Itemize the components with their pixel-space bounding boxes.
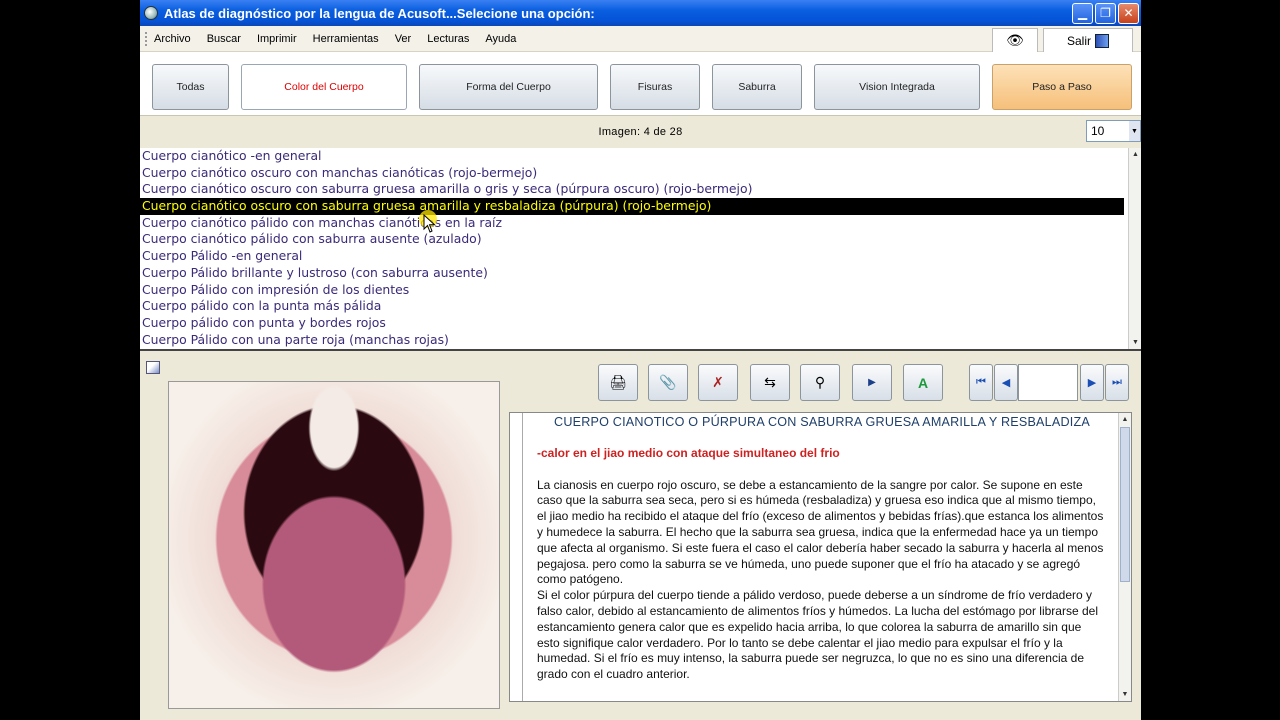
menu-archivo[interactable]: Archivo [154,33,199,45]
binoculars-icon: ⚲ [814,374,826,390]
list-item[interactable]: Cuerpo pálido con la punta más pálida [140,298,1124,315]
maximize-button[interactable]: ❐ [1095,2,1116,24]
description-text-pane[interactable]: CUERPO CIANOTICO O PÚRPURA CON SABURRA G… [509,412,1132,702]
counter-total: 28 [669,126,683,138]
description-paragraph-2: Si el color púrpura del cuerpo tiende a … [537,588,1098,682]
list-item[interactable]: Cuerpo Pálido brillante y lustroso (con … [140,265,1124,282]
category-forma-cuerpo-button[interactable]: Forma del Cuerpo [419,64,598,110]
category-paso-a-paso-button[interactable]: Paso a Paso [992,64,1132,110]
print-button[interactable]: 🖨 [598,364,638,401]
text-scroll-down-icon[interactable]: ▼ [1119,688,1131,701]
list-item[interactable]: Cuerpo cianótico oscuro con saburra grue… [140,198,1124,215]
counter-separator: de [653,126,667,138]
description-paragraph-1: La cianosis en cuerpo rojo oscuro, se de… [537,477,1104,587]
category-toolbar: Todas Color del Cuerpo Forma del Cuerpo … [140,52,1141,116]
exit-button[interactable]: Salir [1043,28,1133,52]
play-icon: ▶ [868,377,876,388]
attach-button[interactable]: 📎 [648,364,688,401]
next-page-icon: ▶ [1087,377,1097,389]
menu-lecturas[interactable]: Lecturas [427,33,477,45]
category-color-cuerpo-button[interactable]: Color del Cuerpo [241,64,407,110]
tongue-image [168,381,500,709]
menu-ayuda[interactable]: Ayuda [485,33,524,45]
menu-bar: Archivo Buscar Imprimir Herramientas Ver… [140,26,1141,52]
exit-label: Salir [1066,33,1091,48]
category-vision-integrada-button[interactable]: Vision Integrada [814,64,980,110]
window-controls: ▁ ❐ ✕ [1072,2,1139,24]
scroll-up-icon[interactable]: ▲ [1129,148,1141,161]
play-button[interactable]: ▶ [852,364,892,401]
text-scrollbar[interactable]: ▲ ▼ [1118,413,1131,701]
list-item[interactable]: Cuerpo Pálido con una parte roja (mancha… [140,332,1124,349]
eye-icon: 👁 [1006,32,1024,48]
last-page-icon: ⏭ [1112,376,1122,388]
menu-herramientas[interactable]: Herramientas [313,33,387,45]
font-button[interactable]: A [903,364,943,401]
delete-button[interactable]: ✗ [698,364,738,401]
category-saburra-button[interactable]: Saburra [712,64,802,110]
prev-page-button[interactable]: ◀ [994,364,1018,401]
image-counter: Imagen: 4 de 28 [598,126,682,138]
menu-buscar[interactable]: Buscar [207,33,249,45]
prev-page-icon: ◀ [1001,377,1011,389]
image-window-icon[interactable] [146,361,160,374]
list-items: Cuerpo cianótico -en general Cuerpo cianó… [140,148,1141,348]
delete-icon: ✗ [712,374,724,390]
font-icon: A [917,374,929,391]
first-page-button[interactable]: ⏮ [969,364,993,401]
window-title: Atlas de diagnóstico por la lengua de Ac… [164,5,595,21]
next-page-button[interactable]: ▶ [1080,364,1104,401]
image-counter-bar: Imagen: 4 de 28 10 ▼ [140,116,1141,148]
list-item[interactable]: Cuerpo cianótico oscuro con manchas cian… [140,165,1124,182]
menu-ver[interactable]: Ver [395,33,420,45]
page-size-select[interactable]: 10 ▼ [1086,120,1141,142]
page-size-value: 10 [1091,124,1105,138]
find-button[interactable]: ⚲ [800,364,840,401]
list-item[interactable]: Cuerpo cianótico -en general [140,148,1124,165]
page-number-input[interactable] [1018,364,1078,401]
cursor-arrow-icon [423,214,436,233]
text-gutter [510,413,523,701]
list-item[interactable]: Cuerpo cianótico oscuro con saburra grue… [140,181,1124,198]
door-icon [1095,33,1109,48]
list-scrollbar[interactable]: ▲ ▼ [1128,148,1141,349]
app-window: Atlas de diagnóstico por la lengua de Ac… [140,0,1141,720]
export-button[interactable]: ⇆ [750,364,790,401]
app-icon [144,6,158,20]
description-title: CUERPO CIANOTICO O PÚRPURA CON SABURRA G… [554,415,1090,429]
category-todas-button[interactable]: Todas [152,64,229,110]
close-button[interactable]: ✕ [1118,2,1139,24]
menu-grip [145,31,148,46]
description-content: CUERPO CIANOTICO O PÚRPURA CON SABURRA G… [537,415,1107,683]
title-bar[interactable]: Atlas de diagnóstico por la lengua de Ac… [140,0,1141,26]
list-item[interactable]: Cuerpo pálido con punta y bordes rojos [140,315,1124,332]
category-fisuras-button[interactable]: Fisuras [610,64,700,110]
chevron-down-icon[interactable]: ▼ [1129,121,1140,141]
text-scroll-up-icon[interactable]: ▲ [1119,413,1131,426]
list-item[interactable]: Cuerpo cianótico pálido con saburra ause… [140,231,1124,248]
list-item[interactable]: Cuerpo cianótico pálido con manchas cian… [140,215,1124,232]
description-subtitle: -calor en el jiao medio con ataque simul… [537,445,840,460]
mouse-cursor-icon [419,210,437,234]
view-toggle-button[interactable]: 👁 [992,28,1038,52]
counter-label: Imagen: [598,126,641,138]
last-page-button[interactable]: ⏭ [1105,364,1129,401]
counter-current: 4 [643,126,651,138]
export-icon: ⇆ [764,374,776,390]
list-item[interactable]: Cuerpo Pálido con impresión de los dient… [140,282,1124,299]
minimize-button[interactable]: ▁ [1072,2,1093,24]
paperclip-icon: 📎 [659,374,677,390]
list-item[interactable]: Cuerpo Pálido -en general [140,248,1124,265]
text-scroll-thumb[interactable] [1120,427,1130,582]
print-icon: 🖨 [609,374,627,390]
scroll-down-icon[interactable]: ▼ [1129,336,1141,349]
first-page-icon: ⏮ [976,376,986,388]
detail-pane: 🖨 📎 ✗ ⇆ ⚲ ▶ A ⏮ ◀ ▶ ⏭ CUERPO CIANOTICO O… [140,353,1141,720]
diagnosis-list[interactable]: Cuerpo cianótico -en general Cuerpo cianó… [140,148,1141,351]
menu-imprimir[interactable]: Imprimir [257,33,305,45]
